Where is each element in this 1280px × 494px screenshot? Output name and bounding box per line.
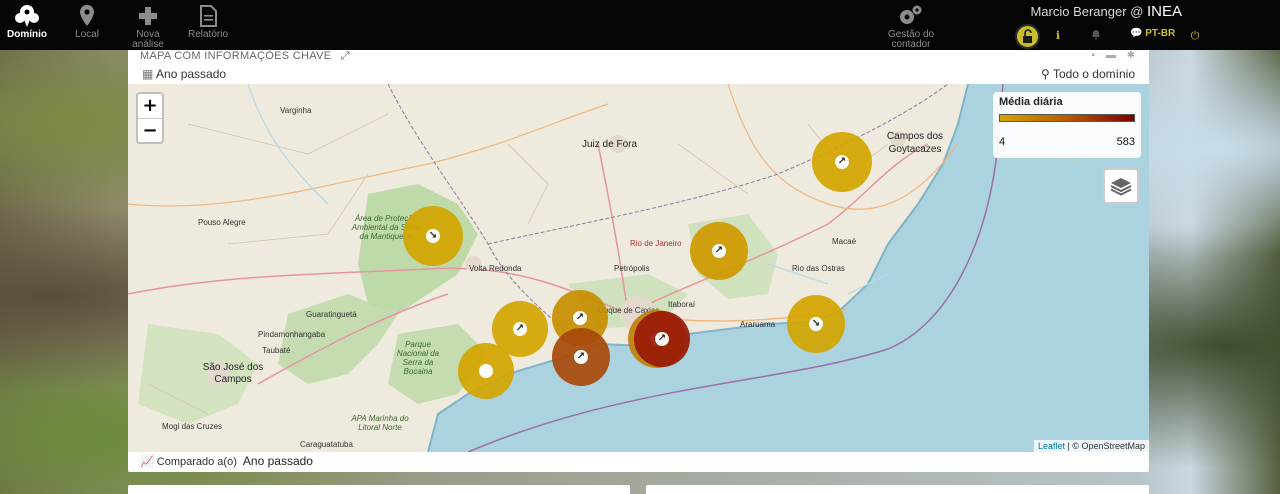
legend-title: Média diária [999,96,1063,108]
map-marker[interactable]: ↗ [812,132,872,192]
key-info-map-panel: MAPA COM INFORMAÇÕES CHAVE ⤢ ▪ ▬ ✱ ▦ Ano… [128,50,1149,472]
language-selector[interactable]: 💬 PT-BR [1130,28,1175,39]
map-label: Araruama [740,320,776,329]
legend-color-scale [999,114,1135,122]
layers-icon [1110,178,1132,196]
chat-icon: 💬 [1130,28,1143,39]
period-filter[interactable]: ▦ Ano passado [142,67,226,81]
plus-icon [139,7,157,25]
panel-title-text: MAPA COM INFORMAÇÕES CHAVE [140,50,332,62]
leaflet-link[interactable]: Leaflet [1038,441,1065,451]
panel-title: MAPA COM INFORMAÇÕES CHAVE ⤢ [140,50,350,63]
cluster-pin-icon [15,5,39,27]
map-label: Pindamonhangaba [258,330,326,339]
zoom-control: + − [136,92,164,144]
arrow-icon: ↗ [712,244,726,258]
nav-label: Domínio [7,29,47,40]
user-name: Marcio Beranger @ [1030,4,1144,19]
document-icon [200,5,217,27]
map-label: Caraguatatuba [300,440,353,449]
map-label: Macaé [832,237,857,246]
trend-chart-icon: 📈 [140,456,154,468]
map-marker[interactable]: ↗ [634,311,690,367]
panel-tools: ▪ ▬ ✱ [1092,50,1136,61]
compare-label: Comparado a(o) [156,456,237,468]
map-label: Petrópolis [614,264,650,273]
map-label: Juiz de Fora [582,139,638,150]
unlock-icon [1023,29,1032,43]
language-label: PT-BR [1145,28,1176,39]
map-marker[interactable]: ↘ [787,295,845,353]
zoom-in-button[interactable]: + [138,94,162,118]
map-label: Pouso Alegre [198,218,246,227]
arrow-icon: ↘ [809,317,823,331]
lock-button[interactable] [1015,24,1040,49]
map-marker[interactable]: ↗ [492,301,548,357]
nav-local[interactable]: Local [60,4,114,40]
calendar-icon: ▦ [142,67,154,81]
user-account[interactable]: Marcio Beranger @ INEA [1030,3,1182,20]
arrow-icon [479,364,493,378]
arrow-icon: ↗ [573,311,587,325]
next-panel-card [646,485,1149,494]
map-pin-icon: ⚲ [1041,67,1050,81]
map-label: Rio das Ostras [792,264,845,273]
top-navigation-bar: Domínio Local Nova análise Relatório Ges… [0,0,1280,50]
map-marker[interactable]: ↗ [690,222,748,280]
nav-nova-analise[interactable]: Nova análise [121,4,175,50]
map-marker[interactable]: ↘ [403,206,463,266]
compare-value: Ano passado [242,454,313,468]
gears-icon [900,5,922,24]
arrow-icon: ↗ [574,350,588,364]
map-label: Guaratinguetá [306,310,357,319]
map-pin-icon [80,5,94,26]
power-icon[interactable]: ⏻ [1187,28,1203,44]
next-panel-card [128,485,630,494]
nav-dominio[interactable]: Domínio [0,4,54,40]
arrow-icon: ↘ [426,229,440,243]
map-label: APA Marinha do Litoral Norte [351,414,409,432]
period-label: Ano passado [156,67,227,81]
arrow-icon: ↗ [655,332,669,346]
download-icon[interactable]: ▬ [1106,50,1116,61]
info-icon[interactable]: ℹ [1050,28,1066,44]
map-label: Volta Redonda [469,264,522,273]
map-label: Varginha [280,106,312,115]
legend-max: 583 [1116,136,1135,148]
nav-label: Nova análise [132,29,164,50]
map-label: Campos dos Goytacazes [886,131,944,155]
layers-button[interactable] [1103,168,1139,204]
comparison-filter[interactable]: 📈 Comparado a(o) Ano passado [140,454,313,468]
organization-name: INEA [1146,3,1182,20]
map-label: Parque Nacional da Serra da Bocaina [396,340,440,376]
map-marker[interactable]: ↗ [552,328,610,386]
nav-label: Local [75,29,99,40]
zoom-out-button[interactable]: − [138,118,162,142]
map-view[interactable]: Varginha Juiz de Fora Campos dos Goytaca… [128,84,1149,452]
arrow-icon: ↗ [835,155,849,169]
map-label: São José dos Campos [202,362,264,385]
nav-relatorio[interactable]: Relatório [181,4,235,40]
trash-icon[interactable]: ▪ [1092,50,1096,61]
nav-label: Relatório [187,29,229,40]
map-label: Taubaté [262,346,291,355]
map-label: Mogi das Cruzes [162,422,223,431]
map-label: Rio de Janeiro [630,239,682,248]
map-legend: Média diária 4 583 [993,92,1141,158]
map-label: Itaboraí [668,300,696,309]
map-attribution: Leaflet | © OpenStreetMap [1033,440,1149,452]
domain-filter[interactable]: ⚲ Todo o domínio [1041,67,1135,81]
expand-icon[interactable]: ⤢ [341,50,350,62]
settings-icon[interactable]: ✱ [1127,50,1135,61]
legend-min: 4 [999,136,1006,148]
gestao-label: Gestão do contador [887,29,935,50]
nav-gestao-contador[interactable]: Gestão do contador [884,4,938,50]
arrow-icon: ↗ [513,322,527,336]
osm-attribution[interactable]: | © OpenStreetMap [1067,441,1145,451]
bell-icon[interactable] [1088,28,1104,44]
domain-label: Todo o domínio [1052,67,1135,81]
